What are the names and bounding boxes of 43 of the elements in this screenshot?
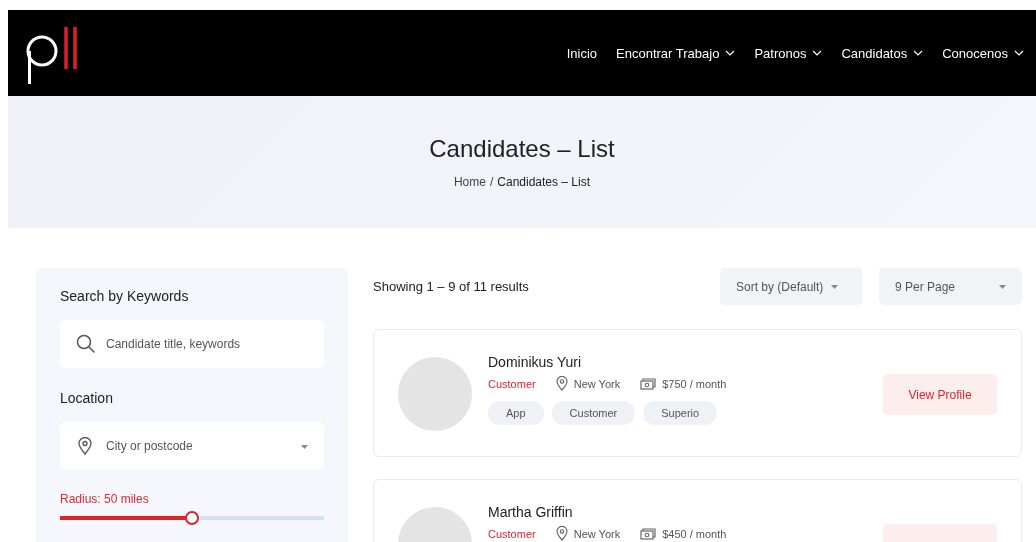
skill-tag[interactable]: Customer [551, 401, 636, 425]
chevron-down-icon [812, 50, 823, 56]
candidate-name[interactable]: Dominikus Yuri [488, 354, 867, 370]
nav-link[interactable]: Patronos [754, 45, 823, 61]
radius-label: Radius: 50 miles [60, 492, 150, 506]
chevron-down-icon [1014, 50, 1024, 56]
breadcrumb-link[interactable]: Home [453, 175, 486, 189]
banknote-icon [640, 527, 657, 540]
nav-link[interactable]: Inicio [566, 45, 598, 61]
view-profile-button[interactable]: View Profile [883, 374, 997, 415]
nav-link[interactable]: Encontrar Trabajo [616, 45, 736, 61]
filter-heading: Location [60, 390, 114, 406]
per-page-dropdown[interactable]: 9 Per Page [879, 268, 1022, 305]
map-pin-icon [78, 437, 92, 455]
banknote-icon [640, 377, 657, 390]
candidate-name[interactable]: Martha Griffin [488, 504, 867, 520]
candidate-salary: $750 / month [662, 377, 727, 390]
candidate-location: New York [573, 527, 621, 540]
nav-link[interactable]: Conocenos [942, 45, 1024, 61]
search-icon [76, 334, 96, 354]
skill-tag[interactable]: App [488, 401, 544, 425]
candidate-salary: $450 / month [662, 527, 727, 540]
map-pin-icon [555, 526, 568, 541]
sort-dropdown[interactable]: Sort by (Default) [720, 268, 863, 305]
keyword-search-field[interactable]: Candidate title, keywords [60, 320, 324, 368]
breadcrumb-separator: / [489, 175, 494, 189]
chevron-down-icon [913, 50, 924, 56]
nav-link[interactable]: Candidatos [841, 45, 924, 61]
candidate-role: Customer [488, 377, 536, 390]
page-title: Candidates – List [429, 135, 615, 163]
caret-down-icon [831, 284, 839, 289]
chevron-down-icon [725, 50, 736, 56]
filter-heading: Search by Keywords [60, 288, 190, 304]
candidate-location: New York [573, 377, 621, 390]
skill-tag[interactable]: Superio [643, 401, 718, 425]
location-select[interactable]: City or postcode [60, 422, 324, 470]
results-count: Showing 1 – 9 of 11 results [373, 279, 529, 294]
slider-handle[interactable] [185, 511, 199, 525]
caret-down-icon [301, 445, 308, 449]
caret-down-icon [999, 284, 1006, 289]
map-pin-icon [555, 376, 568, 391]
breadcrumb-current[interactable]: Candidates – List [497, 175, 591, 189]
candidate-role: Customer [488, 527, 536, 540]
